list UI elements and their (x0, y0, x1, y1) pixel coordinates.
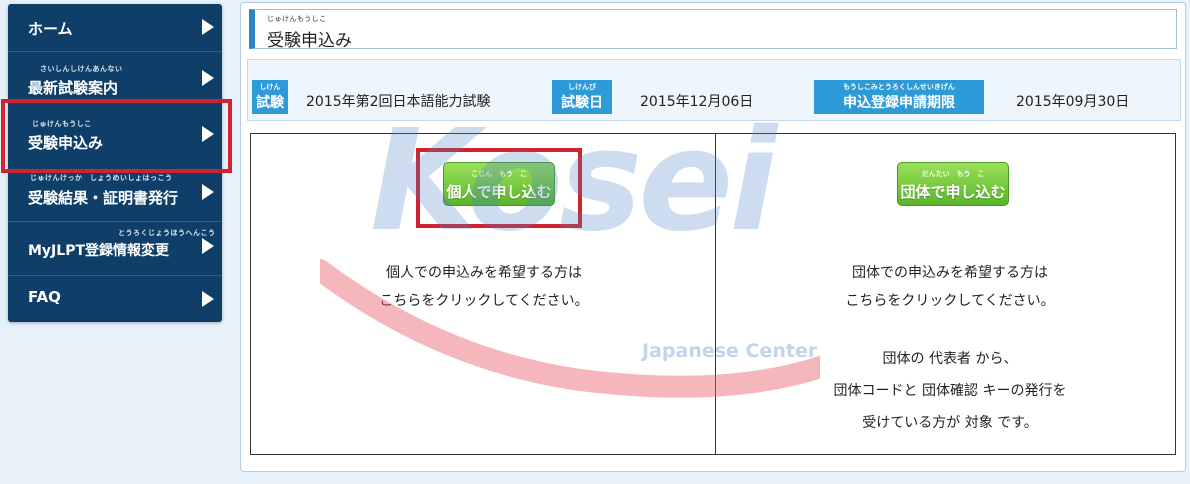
page-title-bar: じゅけんもうしこ 受験申込み (249, 9, 1177, 51)
deadline-badge-ruby: もうしこみとうろくしんせいきげん (843, 83, 955, 91)
exam-badge-label: 試験 (256, 95, 284, 111)
apply-options-table: こじん もう こ 個人で申し込む 個人での申込みを希望する方は こちらをクリック… (250, 133, 1176, 455)
arrow-right-icon (202, 19, 214, 35)
exam-badge-ruby: しけん (259, 83, 281, 91)
sidebar-item-ruby: とうろくじょうほうへんこう (118, 229, 216, 237)
individual-desc-line1: 個人での申込みを希望する方は (386, 265, 582, 281)
sidebar-item-faq[interactable]: FAQ (8, 276, 222, 322)
exam-date-badge: しけんび 試験日 (552, 80, 612, 114)
sidebar-item-results-certificate[interactable]: じゅけんけっか しょうめいしょはっこう 受験結果・証明書発行 (8, 170, 222, 222)
main-content: じゅけんもうしこ 受験申込み しけん 試験 2015年第2回日本語能力試験 しけ… (240, 2, 1186, 472)
sidebar-item-label: 受験申込み (28, 134, 104, 152)
group-apply-button-label: 団体で申し込む (900, 183, 1006, 201)
arrow-right-icon (202, 291, 214, 307)
sidebar-item-home[interactable]: ホーム (8, 4, 222, 52)
deadline-badge: もうしこみとうろくしんせいきげん 申込登録申請期限 (814, 80, 984, 114)
sidebar-item-latest-exam-info[interactable]: さいしんしけんあんない 最新試験案内 (8, 52, 222, 102)
sidebar-item-ruby: じゅけんけっか しょうめいしょはっこう (30, 174, 173, 182)
group-apply-button[interactable]: だんたい もう こ 団体で申し込む (897, 162, 1009, 206)
sidebar-item-ruby: じゅけんもうしこ (32, 120, 92, 128)
individual-apply-button-label: 個人で申し込む (446, 183, 552, 201)
group-desc-line1: 団体での申込みを希望する方は (852, 265, 1048, 281)
sidebar-item-label: 受験結果・証明書発行 (28, 189, 179, 207)
group-desc-line2: こちらをクリックしてください。 (845, 293, 1055, 309)
group-note-line3: 受けている方が 対象 です。 (862, 415, 1038, 431)
arrow-right-icon (202, 70, 214, 86)
arrow-right-icon (202, 184, 214, 200)
sidebar-item-label: ホーム (28, 20, 73, 38)
exam-date-badge-label: 試験日 (561, 95, 603, 111)
column-divider (715, 134, 716, 454)
sidebar-item-ruby: さいしんしけんあんない (40, 65, 123, 73)
exam-date: 2015年12月06日 (640, 94, 754, 110)
arrow-right-icon (202, 126, 214, 142)
exam-badge: しけん 試験 (252, 80, 288, 114)
deadline-date: 2015年09月30日 (1016, 94, 1130, 110)
group-apply-button-ruby: だんたい もう こ (921, 170, 985, 178)
exam-date-badge-ruby: しけんび (568, 83, 596, 91)
sidebar-nav: ホーム さいしんしけんあんない 最新試験案内 じゅけんもうしこ 受験申込み じゅ… (8, 4, 222, 322)
exam-name: 2015年第2回日本語能力試験 (306, 94, 491, 110)
exam-info-bar: しけん 試験 2015年第2回日本語能力試験 しけんび 試験日 2015年12月… (247, 59, 1181, 121)
sidebar-item-label: FAQ (28, 288, 61, 306)
arrow-right-icon (202, 238, 214, 254)
individual-apply-button-ruby: こじん もう こ (471, 170, 527, 178)
sidebar-item-label: MyJLPT登録情報変更 (28, 243, 169, 259)
sidebar-item-apply[interactable]: じゅけんもうしこ 受験申込み (8, 102, 222, 170)
page-title: 受験申込み (267, 31, 352, 51)
deadline-badge-label: 申込登録申請期限 (843, 95, 955, 111)
group-note-line2: 団体コードと 団体確認 キーの発行を (833, 383, 1067, 399)
sidebar-item-myjlpt[interactable]: とうろくじょうほうへんこう MyJLPT登録情報変更 (8, 222, 222, 276)
page-title-ruby: じゅけんもうしこ (267, 15, 327, 23)
sidebar-item-label: 最新試験案内 (28, 79, 119, 97)
group-note-line1: 団体の 代表者 から、 (882, 351, 1018, 367)
individual-desc-line2: こちらをクリックしてください。 (379, 293, 589, 309)
individual-apply-button[interactable]: こじん もう こ 個人で申し込む (443, 162, 555, 206)
